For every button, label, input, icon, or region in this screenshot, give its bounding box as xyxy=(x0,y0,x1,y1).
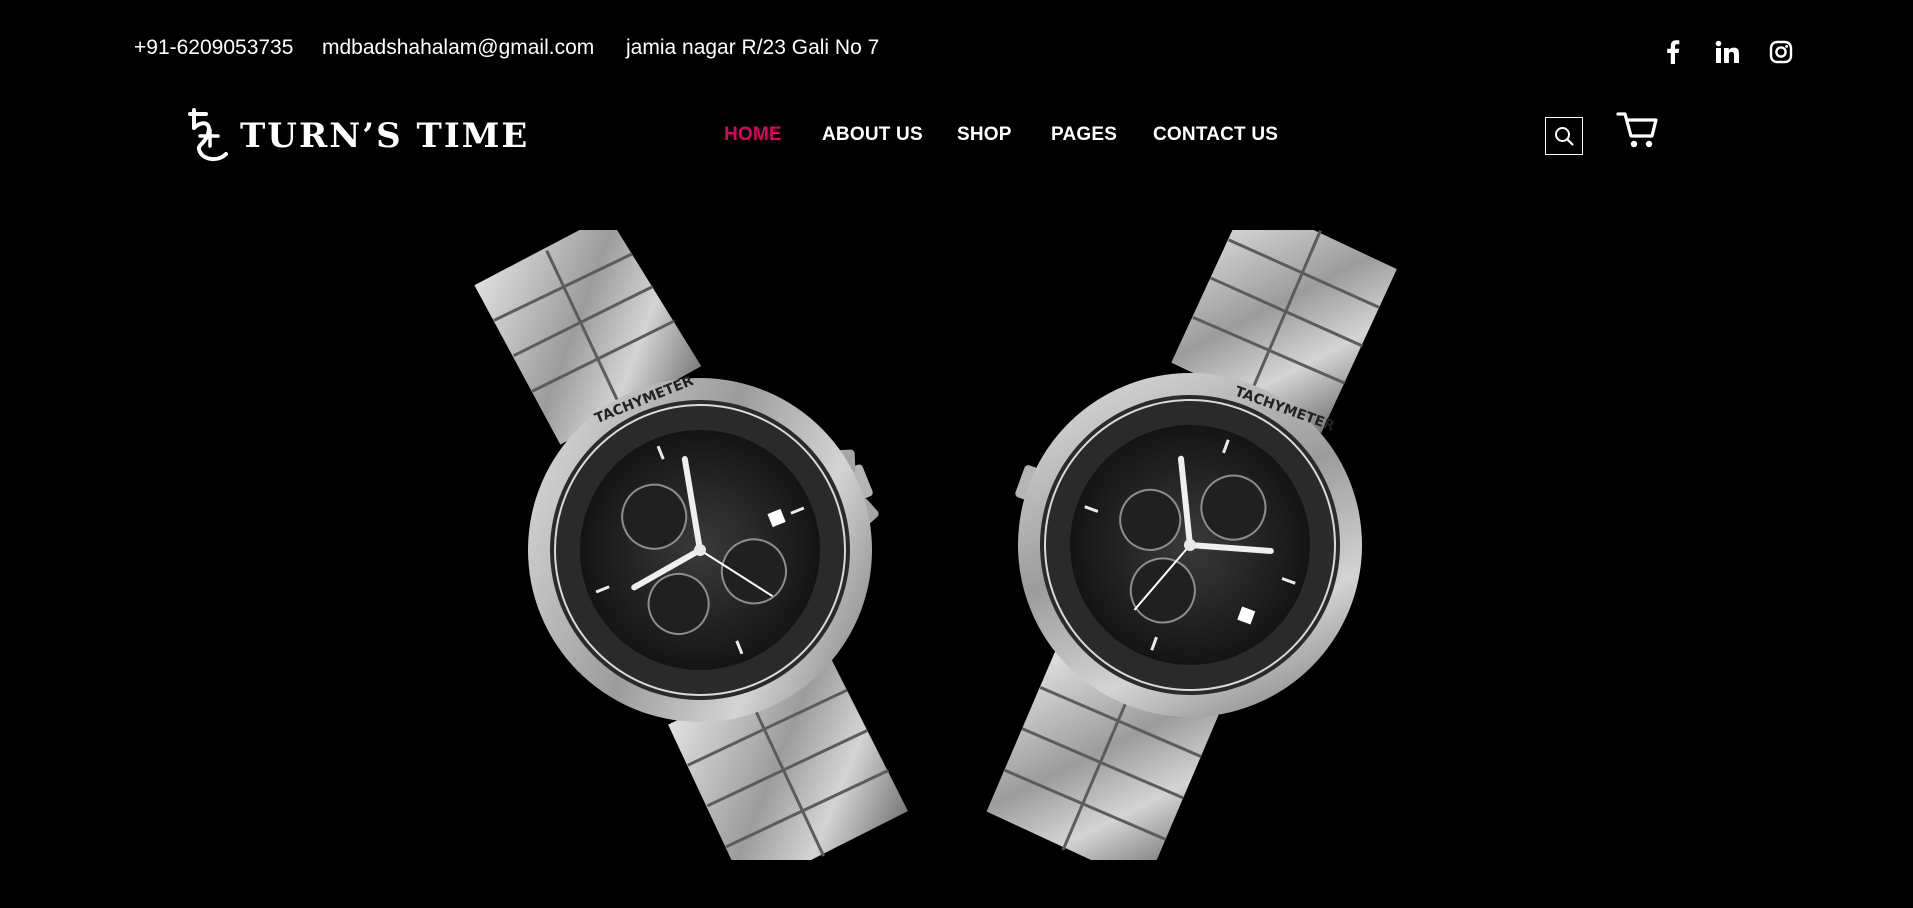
brand-name: TURN’S TIME xyxy=(240,116,530,156)
nav-home[interactable]: HOME xyxy=(724,124,782,146)
nav-pages[interactable]: PAGES xyxy=(1051,124,1117,146)
hero-watches-image: TACHYMETER TACHYMETER xyxy=(474,230,1397,860)
search-icon xyxy=(1555,127,1574,146)
linkedin-icon[interactable] xyxy=(1713,38,1741,66)
facebook-icon[interactable] xyxy=(1659,38,1687,66)
address-text: jamia nagar R/23 Gali No 7 xyxy=(626,36,880,59)
top-contact-bar: +91-6209053735 mdbadshahalam@gmail.com j… xyxy=(0,0,1913,90)
brand-logo[interactable]: TURN’S TIME xyxy=(188,104,529,168)
logo-mark-icon xyxy=(188,108,228,161)
nav-contact-us[interactable]: CONTACT US xyxy=(1153,124,1278,146)
right-watch: TACHYMETER xyxy=(986,230,1397,860)
instagram-icon[interactable] xyxy=(1767,38,1795,66)
email-address[interactable]: mdbadshahalam@gmail.com xyxy=(322,36,594,60)
nav-shop[interactable]: SHOP xyxy=(957,124,1012,146)
cart-icon xyxy=(1616,112,1658,148)
phone-number[interactable]: +91-6209053735 xyxy=(134,36,293,60)
cart-button[interactable] xyxy=(1616,108,1660,152)
search-button[interactable] xyxy=(1545,117,1583,155)
left-watch: TACHYMETER xyxy=(474,230,908,860)
nav-about-us[interactable]: ABOUT US xyxy=(822,124,923,146)
